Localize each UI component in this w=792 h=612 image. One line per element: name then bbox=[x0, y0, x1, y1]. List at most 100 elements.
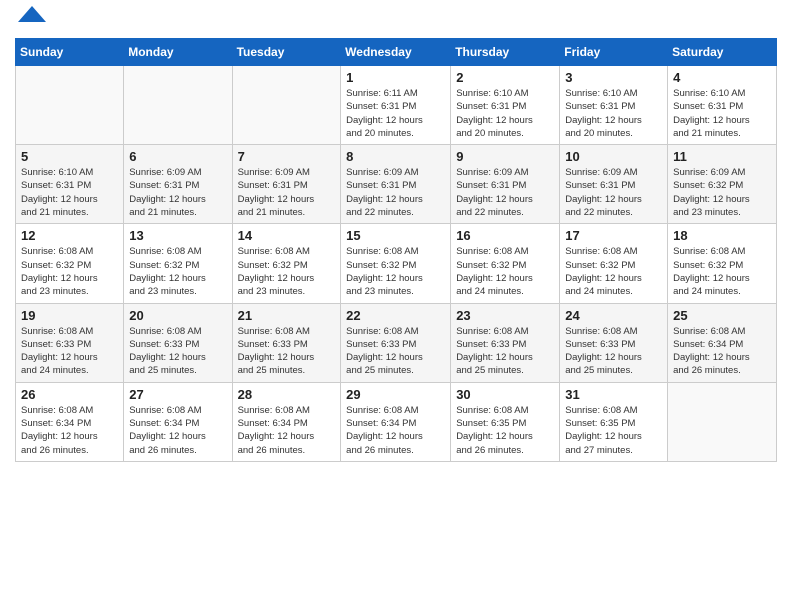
calendar-cell: 4Sunrise: 6:10 AM Sunset: 6:31 PM Daylig… bbox=[668, 66, 777, 145]
calendar-week-row: 5 Sunrise: 6:10 AM Sunset: 6:31 PM Daylig… bbox=[16, 145, 777, 224]
calendar-cell: 12 Sunrise: 6:08 AM Sunset: 6:32 PM Dayli… bbox=[16, 224, 124, 303]
day-info: Sunrise: 6:08 AM Sunset: 6:35 PM Dayligh… bbox=[456, 404, 554, 457]
day-info: Sunrise: 6:08 AM Sunset: 6:32 PM Dayligh… bbox=[673, 245, 771, 298]
day-info: Sunrise: 6:10 AM Sunset: 6:31 PM Dayligh… bbox=[456, 87, 554, 140]
calendar-cell: 15Sunrise: 6:08 AM Sunset: 6:32 PM Dayli… bbox=[341, 224, 451, 303]
calendar-cell: 30 Sunrise: 6:08 AM Sunset: 6:35 PM Dayli… bbox=[451, 382, 560, 461]
calendar-cell: 26 Sunrise: 6:08 AM Sunset: 6:34 PM Dayli… bbox=[16, 382, 124, 461]
calendar-cell: 29 Sunrise: 6:08 AM Sunset: 6:34 PM Dayli… bbox=[341, 382, 451, 461]
day-number: 15 bbox=[346, 228, 445, 243]
calendar-cell: 25 Sunrise: 6:08 AM Sunset: 6:34 PM Dayli… bbox=[668, 303, 777, 382]
day-number: 20 bbox=[129, 308, 226, 323]
day-info: Sunrise: 6:08 AM Sunset: 6:35 PM Dayligh… bbox=[565, 404, 662, 457]
day-number: 3 bbox=[565, 70, 662, 85]
calendar-week-row: 26 Sunrise: 6:08 AM Sunset: 6:34 PM Dayli… bbox=[16, 382, 777, 461]
day-number: 14 bbox=[238, 228, 336, 243]
day-info: Sunrise: 6:08 AM Sunset: 6:33 PM Dayligh… bbox=[565, 325, 662, 378]
calendar-cell: 10 Sunrise: 6:09 AM Sunset: 6:31 PM Dayli… bbox=[560, 145, 668, 224]
day-info: Sunrise: 6:09 AM Sunset: 6:31 PM Dayligh… bbox=[129, 166, 226, 219]
page: SundayMondayTuesdayWednesdayThursdayFrid… bbox=[0, 0, 792, 477]
calendar-cell: 5 Sunrise: 6:10 AM Sunset: 6:31 PM Daylig… bbox=[16, 145, 124, 224]
calendar-cell: 11 Sunrise: 6:09 AM Sunset: 6:32 PM Dayli… bbox=[668, 145, 777, 224]
day-info: Sunrise: 6:08 AM Sunset: 6:33 PM Dayligh… bbox=[456, 325, 554, 378]
day-info: Sunrise: 6:08 AM Sunset: 6:34 PM Dayligh… bbox=[129, 404, 226, 457]
calendar-cell: 17 Sunrise: 6:08 AM Sunset: 6:32 PM Dayli… bbox=[560, 224, 668, 303]
calendar-cell: 18 Sunrise: 6:08 AM Sunset: 6:32 PM Dayli… bbox=[668, 224, 777, 303]
day-info: Sunrise: 6:08 AM Sunset: 6:33 PM Dayligh… bbox=[346, 325, 445, 378]
logo bbox=[15, 10, 46, 30]
day-info: Sunrise: 6:08 AM Sunset: 6:32 PM Dayligh… bbox=[565, 245, 662, 298]
day-number: 7 bbox=[238, 149, 336, 164]
calendar-cell: 3Sunrise: 6:10 AM Sunset: 6:31 PM Daylig… bbox=[560, 66, 668, 145]
day-info: Sunrise: 6:08 AM Sunset: 6:33 PM Dayligh… bbox=[21, 325, 118, 378]
calendar-header-tuesday: Tuesday bbox=[232, 39, 341, 66]
day-number: 19 bbox=[21, 308, 118, 323]
calendar-cell: 8Sunrise: 6:09 AM Sunset: 6:31 PM Daylig… bbox=[341, 145, 451, 224]
calendar-week-row: 1 Sunrise: 6:11 AM Sunset: 6:31 PM Daylig… bbox=[16, 66, 777, 145]
calendar-cell: 22 Sunrise: 6:08 AM Sunset: 6:33 PM Dayli… bbox=[341, 303, 451, 382]
calendar-cell: 6Sunrise: 6:09 AM Sunset: 6:31 PM Daylig… bbox=[124, 145, 232, 224]
day-number: 5 bbox=[21, 149, 118, 164]
calendar-week-row: 19 Sunrise: 6:08 AM Sunset: 6:33 PM Dayli… bbox=[16, 303, 777, 382]
day-info: Sunrise: 6:09 AM Sunset: 6:32 PM Dayligh… bbox=[673, 166, 771, 219]
day-number: 22 bbox=[346, 308, 445, 323]
calendar-cell: 23 Sunrise: 6:08 AM Sunset: 6:33 PM Dayli… bbox=[451, 303, 560, 382]
day-info: Sunrise: 6:08 AM Sunset: 6:34 PM Dayligh… bbox=[673, 325, 771, 378]
calendar-cell: 14 Sunrise: 6:08 AM Sunset: 6:32 PM Dayli… bbox=[232, 224, 341, 303]
calendar-cell: 2 Sunrise: 6:10 AM Sunset: 6:31 PM Daylig… bbox=[451, 66, 560, 145]
day-number: 23 bbox=[456, 308, 554, 323]
calendar-cell: 20 Sunrise: 6:08 AM Sunset: 6:33 PM Dayli… bbox=[124, 303, 232, 382]
day-info: Sunrise: 6:09 AM Sunset: 6:31 PM Dayligh… bbox=[238, 166, 336, 219]
day-info: Sunrise: 6:11 AM Sunset: 6:31 PM Dayligh… bbox=[346, 87, 445, 140]
day-info: Sunrise: 6:08 AM Sunset: 6:33 PM Dayligh… bbox=[238, 325, 336, 378]
day-number: 28 bbox=[238, 387, 336, 402]
day-number: 16 bbox=[456, 228, 554, 243]
day-number: 26 bbox=[21, 387, 118, 402]
day-info: Sunrise: 6:08 AM Sunset: 6:34 PM Dayligh… bbox=[238, 404, 336, 457]
day-number: 2 bbox=[456, 70, 554, 85]
day-number: 9 bbox=[456, 149, 554, 164]
day-number: 17 bbox=[565, 228, 662, 243]
day-info: Sunrise: 6:08 AM Sunset: 6:32 PM Dayligh… bbox=[238, 245, 336, 298]
calendar-week-row: 12 Sunrise: 6:08 AM Sunset: 6:32 PM Dayli… bbox=[16, 224, 777, 303]
day-info: Sunrise: 6:08 AM Sunset: 6:34 PM Dayligh… bbox=[21, 404, 118, 457]
day-info: Sunrise: 6:10 AM Sunset: 6:31 PM Dayligh… bbox=[673, 87, 771, 140]
calendar-cell: 27Sunrise: 6:08 AM Sunset: 6:34 PM Dayli… bbox=[124, 382, 232, 461]
day-info: Sunrise: 6:08 AM Sunset: 6:32 PM Dayligh… bbox=[456, 245, 554, 298]
day-number: 11 bbox=[673, 149, 771, 164]
day-number: 29 bbox=[346, 387, 445, 402]
calendar-header-row: SundayMondayTuesdayWednesdayThursdayFrid… bbox=[16, 39, 777, 66]
calendar-header-saturday: Saturday bbox=[668, 39, 777, 66]
calendar-cell: 24Sunrise: 6:08 AM Sunset: 6:33 PM Dayli… bbox=[560, 303, 668, 382]
day-info: Sunrise: 6:09 AM Sunset: 6:31 PM Dayligh… bbox=[565, 166, 662, 219]
calendar-cell: 16 Sunrise: 6:08 AM Sunset: 6:32 PM Dayli… bbox=[451, 224, 560, 303]
day-info: Sunrise: 6:09 AM Sunset: 6:31 PM Dayligh… bbox=[456, 166, 554, 219]
day-info: Sunrise: 6:08 AM Sunset: 6:32 PM Dayligh… bbox=[21, 245, 118, 298]
calendar-cell: 9 Sunrise: 6:09 AM Sunset: 6:31 PM Daylig… bbox=[451, 145, 560, 224]
calendar-header-monday: Monday bbox=[124, 39, 232, 66]
day-number: 12 bbox=[21, 228, 118, 243]
day-number: 8 bbox=[346, 149, 445, 164]
day-number: 25 bbox=[673, 308, 771, 323]
calendar-header-sunday: Sunday bbox=[16, 39, 124, 66]
header bbox=[15, 10, 777, 30]
calendar-header-thursday: Thursday bbox=[451, 39, 560, 66]
calendar-cell: 31Sunrise: 6:08 AM Sunset: 6:35 PM Dayli… bbox=[560, 382, 668, 461]
calendar-cell bbox=[16, 66, 124, 145]
calendar-cell bbox=[232, 66, 341, 145]
calendar-cell: 1 Sunrise: 6:11 AM Sunset: 6:31 PM Daylig… bbox=[341, 66, 451, 145]
day-number: 10 bbox=[565, 149, 662, 164]
day-number: 1 bbox=[346, 70, 445, 85]
calendar-table: SundayMondayTuesdayWednesdayThursdayFrid… bbox=[15, 38, 777, 462]
day-info: Sunrise: 6:10 AM Sunset: 6:31 PM Dayligh… bbox=[21, 166, 118, 219]
calendar-cell: 21Sunrise: 6:08 AM Sunset: 6:33 PM Dayli… bbox=[232, 303, 341, 382]
calendar-cell: 28 Sunrise: 6:08 AM Sunset: 6:34 PM Dayli… bbox=[232, 382, 341, 461]
calendar-cell: 7 Sunrise: 6:09 AM Sunset: 6:31 PM Daylig… bbox=[232, 145, 341, 224]
day-number: 13 bbox=[129, 228, 226, 243]
calendar-cell bbox=[124, 66, 232, 145]
calendar-cell bbox=[668, 382, 777, 461]
day-info: Sunrise: 6:08 AM Sunset: 6:33 PM Dayligh… bbox=[129, 325, 226, 378]
day-info: Sunrise: 6:08 AM Sunset: 6:34 PM Dayligh… bbox=[346, 404, 445, 457]
day-number: 18 bbox=[673, 228, 771, 243]
day-number: 30 bbox=[456, 387, 554, 402]
